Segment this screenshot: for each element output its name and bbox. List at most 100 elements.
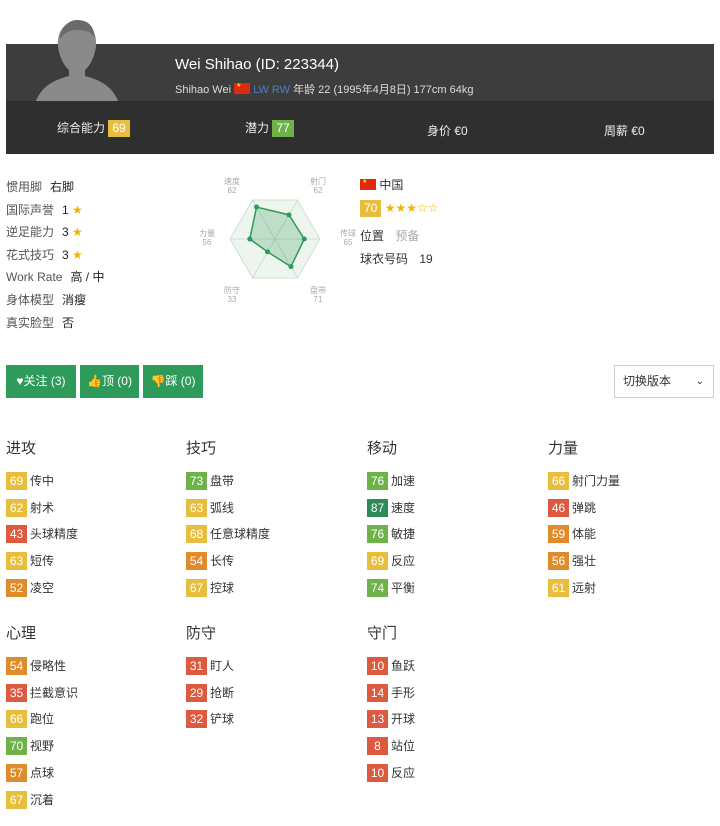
player-details: 年龄 22 (1995年4月8日) 177cm 64kg — [293, 84, 474, 96]
value-stat: 身价 €0 — [427, 122, 468, 139]
group-title: 进攻 — [6, 440, 37, 457]
info-reputation: 国际声誉 1 ★ — [6, 201, 83, 218]
attribute-row: 69 反应 — [367, 552, 415, 571]
thumbs-down-button[interactable]: 👎踩 (0) — [143, 365, 203, 398]
info-weak-foot: 逆足能力 3 ★ — [6, 223, 83, 240]
attribute-value-badge: 54 — [6, 657, 27, 675]
radar-axis-label: 射门 — [310, 176, 326, 186]
star-icon: ★ — [72, 248, 83, 262]
group-title: 守门 — [367, 625, 398, 642]
attribute-row: 87 速度 — [367, 498, 416, 517]
info-value: 3 — [62, 225, 69, 239]
info-label: 国际声誉 — [6, 203, 55, 217]
overall-label: 综合能力 — [57, 121, 106, 135]
attribute-row: 56 强壮 — [548, 552, 597, 571]
info-work-rate: Work Rate 高 / 中 — [6, 268, 104, 285]
attribute-value-badge: 13 — [367, 710, 388, 729]
attribute-label: 短传 — [30, 554, 55, 569]
player-positions[interactable]: LW RW — [253, 84, 290, 96]
attribute-value-badge: 46 — [548, 498, 569, 517]
info-preferred-foot: 惯用脚 右脚 — [6, 178, 74, 195]
attribute-row: 67 沉着 — [6, 790, 55, 809]
player-subline: Shihao Wei LW RW 年龄 22 (1995年4月8日) 177cm… — [175, 81, 474, 97]
nation-name[interactable]: 中国 — [379, 178, 403, 192]
chevron-down-icon: ⌄ — [695, 376, 704, 387]
attribute-row: 46 弹跳 — [548, 498, 596, 517]
attribute-value-badge: 35 — [6, 683, 27, 702]
attribute-label: 凌空 — [30, 580, 55, 595]
attribute-row: 66 射门力量 — [548, 472, 620, 490]
attribute-value-badge: 10 — [367, 763, 388, 782]
attribute-value-badge: 67 — [186, 578, 207, 597]
thumbs-up-button[interactable]: 👍顶 (0) — [80, 365, 139, 398]
overall-stat: 综合能力 69 — [57, 119, 130, 137]
up-label: 顶 (0) — [101, 374, 132, 388]
thumbs-up-icon: 👍 — [87, 374, 102, 388]
team-rating-row: 70 ★★★☆☆ — [360, 200, 439, 217]
radar-point — [288, 264, 294, 270]
attribute-label: 传中 — [30, 474, 55, 488]
attribute-row: 76 加速 — [367, 472, 415, 490]
attribute-label: 强壮 — [572, 554, 597, 569]
info-label: 逆足能力 — [6, 225, 55, 239]
attribute-row: 70 视野 — [6, 737, 54, 756]
radar-axis-value: 33 — [228, 295, 237, 302]
radar-axis-value: 65 — [344, 238, 353, 247]
info-label: 花式技巧 — [6, 248, 55, 262]
group-title: 技巧 — [186, 440, 217, 457]
switch-version-select[interactable]: 切换版本 ⌄ — [614, 365, 714, 398]
wage-label: 周薪 €0 — [604, 124, 645, 138]
attribute-value-badge: 69 — [6, 472, 27, 490]
follow-label: 关注 (3) — [23, 374, 66, 388]
attribute-row: 10 鱼跃 — [367, 657, 415, 675]
attribute-label: 平衡 — [391, 580, 416, 595]
attribute-label: 射门力量 — [572, 474, 621, 488]
attribute-label: 长传 — [210, 554, 235, 569]
radar-point — [254, 204, 260, 210]
info-real-face: 真实脸型否 — [6, 314, 74, 331]
group-title: 防守 — [186, 625, 217, 642]
info-value: 消瘦 — [62, 293, 87, 307]
jersey-value: 19 — [419, 252, 433, 266]
attribute-row: 29 抢断 — [186, 683, 235, 702]
attribute-label: 拦截意识 — [30, 685, 79, 700]
attribute-row: 32 铲球 — [186, 710, 234, 729]
attribute-row: 52 凌空 — [6, 578, 55, 597]
attribute-value-badge: 10 — [367, 657, 388, 675]
potential-stat: 潜力 77 — [245, 119, 294, 137]
radar-axis-value: 82 — [228, 186, 237, 195]
info-value: 否 — [62, 316, 75, 330]
attribute-label: 任意球精度 — [210, 527, 271, 542]
attribute-label: 反应 — [391, 765, 416, 780]
attribute-value-badge: 63 — [6, 552, 27, 571]
attribute-row: 61 远射 — [548, 578, 596, 597]
attribute-value-badge: 14 — [367, 683, 388, 702]
attribute-label: 开球 — [391, 712, 416, 727]
follow-button[interactable]: ♥关注 (3) — [6, 365, 76, 398]
info-label: 真实脸型 — [6, 316, 55, 330]
radar-point — [247, 236, 253, 242]
attribute-row: 57 点球 — [6, 763, 54, 782]
star-icon: ★ — [72, 203, 83, 217]
info-value: 右脚 — [50, 180, 75, 194]
attribute-value-badge: 31 — [186, 657, 207, 675]
overall-badge: 69 — [108, 120, 130, 137]
attribute-radar-chart: 速度82 射门62 传球65 盘带71 防守33 力量56 — [199, 176, 356, 302]
radar-axis-value: 62 — [314, 186, 323, 195]
group-title: 力量 — [548, 440, 579, 457]
attribute-label: 加速 — [391, 474, 416, 488]
china-flag-icon — [360, 179, 376, 190]
position-row: 位置 预备 — [360, 227, 419, 244]
china-flag-icon — [234, 83, 251, 94]
attribute-label: 沉着 — [30, 792, 55, 807]
attribute-label: 抢断 — [210, 685, 235, 700]
attribute-row: 35 拦截意识 — [6, 683, 79, 702]
star-icon: ★ — [72, 225, 83, 239]
thumbs-down-icon: 👎 — [150, 374, 166, 388]
attribute-value-badge: 73 — [186, 472, 207, 490]
attribute-value-badge: 61 — [548, 578, 569, 597]
attribute-label: 速度 — [391, 500, 416, 515]
attribute-label: 盘带 — [210, 474, 235, 488]
attribute-row: 76 敏捷 — [367, 525, 415, 544]
attribute-label: 体能 — [572, 527, 597, 542]
